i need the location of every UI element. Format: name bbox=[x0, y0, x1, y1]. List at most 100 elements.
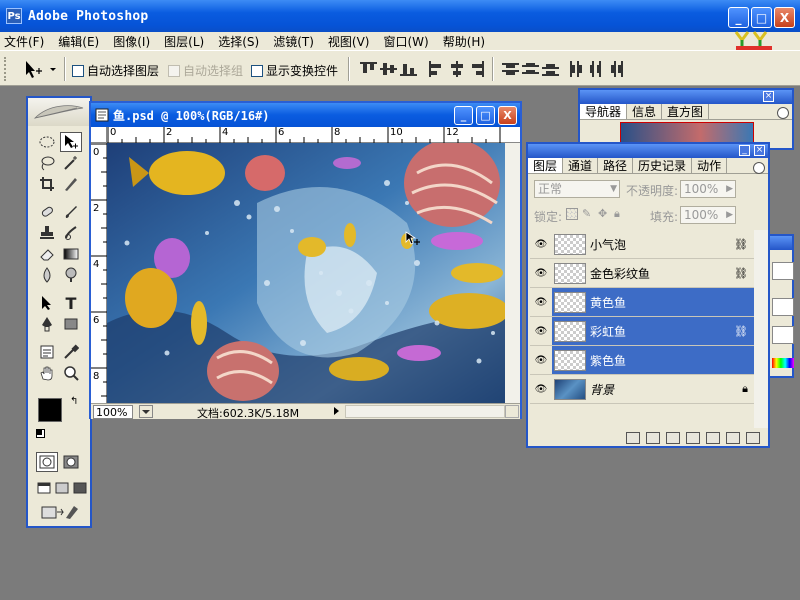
show-transform-controls-checkbox[interactable]: 显示变换控件 bbox=[251, 62, 338, 79]
move-tool-button-icon[interactable] bbox=[60, 132, 82, 152]
adjustment-layer-icon[interactable] bbox=[686, 432, 700, 444]
navigator-menu-icon[interactable] bbox=[777, 107, 789, 119]
align-right-icon[interactable] bbox=[468, 61, 485, 77]
tab-history[interactable]: 历史记录 bbox=[633, 158, 693, 173]
maximize-button[interactable]: □ bbox=[751, 7, 772, 28]
menu-layer[interactable]: 图层(L) bbox=[164, 33, 204, 50]
minimize-button[interactable]: _ bbox=[728, 7, 749, 28]
new-group-icon[interactable] bbox=[706, 432, 720, 444]
link-layers-icon[interactable] bbox=[626, 432, 640, 444]
brush-tool-icon[interactable] bbox=[60, 202, 82, 222]
horizontal-ruler[interactable]: 0 2 4 6 8 10 12 bbox=[107, 127, 520, 143]
menu-select[interactable]: 选择(S) bbox=[218, 33, 259, 50]
layer-row[interactable]: 👁︎ 黄色鱼 bbox=[530, 288, 754, 317]
options-grip[interactable] bbox=[4, 57, 8, 81]
crop-tool-icon[interactable] bbox=[36, 174, 58, 194]
type-tool-icon[interactable]: T bbox=[60, 293, 82, 313]
screen-mode-full-icon[interactable] bbox=[69, 478, 91, 498]
blend-mode-select[interactable]: 正常 ▼ bbox=[534, 180, 620, 198]
eyedropper-tool-icon[interactable] bbox=[60, 342, 82, 362]
menu-filter[interactable]: 滤镜(T) bbox=[273, 33, 314, 50]
navigator-panel-header[interactable]: × bbox=[580, 90, 792, 104]
magic-wand-tool-icon[interactable] bbox=[60, 153, 82, 173]
layer-row[interactable]: 👁︎ 彩虹鱼 ⛓ bbox=[530, 317, 754, 346]
layers-panel-header[interactable]: _ × bbox=[528, 144, 768, 158]
blur-tool-icon[interactable] bbox=[36, 265, 58, 285]
standard-mode-icon[interactable] bbox=[36, 452, 58, 472]
tab-info[interactable]: 信息 bbox=[627, 104, 663, 119]
distribute-right-icon[interactable] bbox=[608, 61, 625, 77]
tab-actions[interactable]: 动作 bbox=[692, 158, 728, 173]
trash-icon[interactable] bbox=[746, 432, 760, 444]
hand-tool-icon[interactable] bbox=[36, 363, 58, 383]
tab-channels[interactable]: 通道 bbox=[563, 158, 599, 173]
eye-icon[interactable]: 👁︎ bbox=[530, 375, 552, 403]
history-brush-tool-icon[interactable] bbox=[60, 223, 82, 243]
dodge-tool-icon[interactable] bbox=[60, 265, 82, 285]
menu-file[interactable]: 文件(F) bbox=[4, 33, 44, 50]
eraser-tool-icon[interactable] bbox=[36, 244, 58, 264]
lock-all-icon[interactable]: 🔒︎ bbox=[614, 208, 626, 220]
status-menu-icon[interactable] bbox=[139, 405, 153, 418]
panel-field[interactable] bbox=[772, 326, 794, 344]
tab-paths[interactable]: 路径 bbox=[598, 158, 634, 173]
gradient-tool-icon[interactable] bbox=[60, 244, 82, 264]
align-bottom-icon[interactable] bbox=[400, 61, 417, 77]
swap-colors-icon[interactable]: ↰ bbox=[70, 396, 78, 407]
align-top-icon[interactable] bbox=[360, 61, 377, 77]
add-mask-icon[interactable] bbox=[666, 432, 680, 444]
doc-maximize-button[interactable]: □ bbox=[476, 106, 495, 125]
eye-icon[interactable]: 👁︎ bbox=[530, 346, 552, 374]
quick-mask-mode-icon[interactable] bbox=[60, 452, 82, 472]
lock-image-icon[interactable]: ✎ bbox=[582, 208, 594, 220]
menu-edit[interactable]: 编辑(E) bbox=[58, 33, 99, 50]
distribute-vcenter-icon[interactable] bbox=[522, 61, 539, 77]
horizontal-scrollbar[interactable] bbox=[345, 405, 505, 418]
color-ramp[interactable] bbox=[772, 358, 794, 368]
new-layer-icon[interactable] bbox=[726, 432, 740, 444]
eye-icon[interactable]: 👁︎ bbox=[530, 317, 552, 345]
eye-icon[interactable]: 👁︎ bbox=[530, 230, 552, 258]
slice-tool-icon[interactable] bbox=[60, 174, 82, 194]
menu-image[interactable]: 图像(I) bbox=[113, 33, 150, 50]
vertical-ruler[interactable]: 0 2 4 6 8 bbox=[91, 143, 107, 405]
eye-icon[interactable]: 👁︎ bbox=[530, 259, 552, 287]
pen-tool-icon[interactable] bbox=[36, 314, 58, 334]
align-vcenter-icon[interactable] bbox=[380, 61, 397, 77]
layer-style-icon[interactable] bbox=[646, 432, 660, 444]
panel-field[interactable] bbox=[772, 298, 794, 316]
distribute-bottom-icon[interactable] bbox=[542, 61, 559, 77]
distribute-top-icon[interactable] bbox=[502, 61, 519, 77]
zoom-field[interactable]: 100% bbox=[93, 405, 133, 419]
toolbox-header[interactable] bbox=[28, 98, 90, 126]
default-colors-icon[interactable] bbox=[36, 429, 45, 438]
healing-brush-tool-icon[interactable] bbox=[36, 202, 58, 222]
menu-help[interactable]: 帮助(H) bbox=[443, 33, 485, 50]
layers-scrollbar[interactable] bbox=[754, 230, 768, 428]
zoom-tool-icon[interactable] bbox=[60, 363, 82, 383]
layers-close-icon[interactable]: × bbox=[754, 145, 765, 156]
opacity-field[interactable]: 100% ▶ bbox=[680, 180, 736, 198]
align-hcenter-icon[interactable] bbox=[448, 61, 465, 77]
layer-row[interactable]: 👁︎ 紫色鱼 bbox=[530, 346, 754, 375]
eye-icon[interactable]: 👁︎ bbox=[530, 288, 552, 316]
navigator-close-icon[interactable]: × bbox=[763, 91, 774, 102]
clone-stamp-tool-icon[interactable] bbox=[36, 223, 58, 243]
lasso-tool-icon[interactable] bbox=[36, 153, 58, 173]
auto-select-layer-checkbox[interactable]: 自动选择图层 bbox=[72, 62, 159, 79]
marquee-tool-icon[interactable] bbox=[36, 132, 58, 152]
layer-row[interactable]: 👁︎ 背景 🔒︎ bbox=[530, 375, 754, 404]
layer-row[interactable]: 👁︎ 小气泡 ⛓ bbox=[530, 230, 754, 259]
lock-transparent-icon[interactable] bbox=[566, 208, 578, 220]
distribute-left-icon[interactable] bbox=[568, 61, 585, 77]
shape-tool-icon[interactable] bbox=[60, 314, 82, 334]
layer-row[interactable]: 👁︎ 金色彩纹鱼 ⛓ bbox=[530, 259, 754, 288]
image-canvas[interactable] bbox=[107, 143, 505, 405]
color-panel-header[interactable] bbox=[768, 236, 792, 250]
doc-minimize-button[interactable]: _ bbox=[454, 106, 473, 125]
layers-menu-icon[interactable] bbox=[753, 162, 765, 174]
tab-navigator[interactable]: 导航器 bbox=[580, 104, 628, 119]
status-arrow-icon[interactable] bbox=[331, 405, 343, 418]
notes-tool-icon[interactable] bbox=[36, 342, 58, 362]
close-button[interactable]: X bbox=[774, 7, 795, 28]
